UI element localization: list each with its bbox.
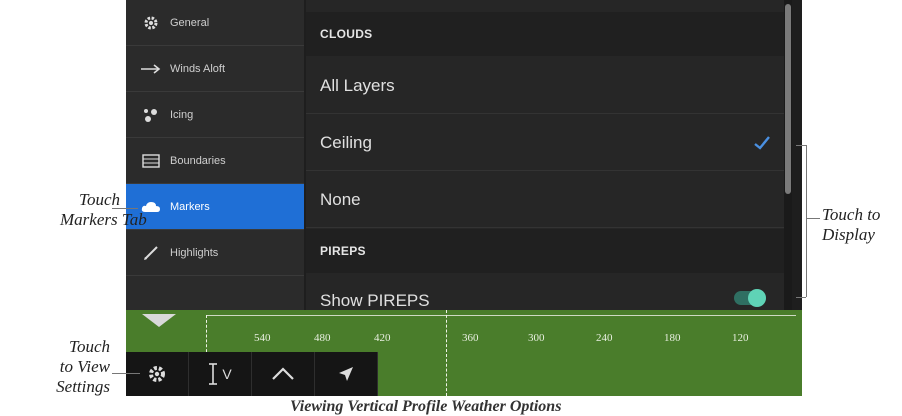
- sidebar-item-icing[interactable]: Icing: [126, 92, 304, 138]
- distance-tick: 360: [462, 332, 479, 344]
- sidebar-item-label: General: [170, 16, 210, 29]
- altitude-icon: [209, 363, 218, 385]
- gear-icon: [149, 366, 165, 382]
- distance-tick: 420: [374, 332, 391, 344]
- arrow-right-icon: [140, 60, 162, 78]
- distance-tick: 300: [528, 332, 545, 344]
- sidebar-item-highlights[interactable]: Highlights: [126, 230, 304, 276]
- callout-bracket-vertical: [806, 145, 807, 297]
- show-pireps-toggle[interactable]: [734, 289, 766, 307]
- distance-tick: 180: [664, 332, 681, 344]
- boundaries-icon: [140, 152, 162, 170]
- option-label: All Layers: [320, 75, 395, 95]
- option-label: None: [320, 189, 361, 209]
- gear-icon: [140, 14, 162, 32]
- checkmark-icon: [754, 135, 770, 155]
- sidebar-item-label: Boundaries: [170, 154, 226, 167]
- profile-top-axis: [206, 315, 796, 316]
- options-scrollbar[interactable]: [784, 0, 792, 310]
- sidebar-item-label: Markers: [170, 200, 210, 213]
- option-none[interactable]: None: [306, 172, 792, 228]
- callout-markers-tab: Touch Markers Tab: [60, 190, 147, 229]
- option-label: Ceiling: [320, 132, 372, 152]
- callout-bracket-tick: [806, 218, 820, 219]
- altitude-button[interactable]: V: [189, 352, 252, 396]
- distance-tick: 540: [254, 332, 271, 344]
- distance-tick: 480: [314, 332, 331, 344]
- sidebar-item-label: Highlights: [170, 246, 219, 259]
- app-screen: General Winds Aloft Icing Boundaries Mar…: [126, 0, 802, 396]
- altitude-label: V: [222, 366, 232, 382]
- sidebar-item-label: Icing: [170, 108, 194, 121]
- callout-touch-to-display: Touch to Display: [822, 205, 881, 244]
- callout-leader-settings: [112, 373, 140, 374]
- profile-chevron-button[interactable]: [252, 352, 315, 396]
- toggle-knob: [748, 289, 766, 307]
- callout-bracket-top: [796, 145, 806, 146]
- sidebar-item-boundaries[interactable]: Boundaries: [126, 138, 304, 184]
- distance-tick: 120: [732, 332, 749, 344]
- scrollbar-thumb[interactable]: [785, 4, 791, 194]
- callout-view-settings: Touch to View Settings: [56, 337, 110, 396]
- icing-icon: [140, 106, 162, 124]
- direct-to-arrow-icon: [339, 367, 353, 381]
- callout-leader-markers: [112, 208, 138, 209]
- show-pireps-row[interactable]: Show PIREPS: [306, 273, 792, 313]
- settings-button[interactable]: [126, 352, 189, 396]
- distance-tick: 240: [596, 332, 613, 344]
- option-ceiling[interactable]: Ceiling: [306, 115, 792, 171]
- pireps-section-header: PIREPS: [306, 229, 792, 273]
- sidebar-item-markers[interactable]: Markers: [126, 184, 304, 230]
- sidebar-item-winds-aloft[interactable]: Winds Aloft: [126, 46, 304, 92]
- profile-chevron-icon: [272, 367, 294, 380]
- pencil-icon: [140, 244, 162, 262]
- sidebar-item-label: Winds Aloft: [170, 62, 226, 75]
- profile-toolbar: V: [126, 352, 378, 396]
- option-all-layers[interactable]: All Layers: [306, 58, 792, 114]
- markers-options-panel: CLOUDS All Layers Ceiling None PIREPS Sh…: [306, 0, 792, 310]
- callout-bracket-bottom: [796, 297, 806, 298]
- direct-to-button[interactable]: [315, 352, 378, 396]
- option-label: Show PIREPS: [320, 291, 430, 310]
- profile-dashed-line-center: [446, 310, 447, 396]
- profile-collapse-icon[interactable]: [142, 314, 176, 328]
- clouds-section-header: CLOUDS: [306, 12, 792, 56]
- sidebar-item-general[interactable]: General: [126, 0, 304, 46]
- settings-sidebar: General Winds Aloft Icing Boundaries Mar…: [126, 0, 304, 310]
- figure-caption: Viewing Vertical Profile Weather Options: [290, 398, 562, 415]
